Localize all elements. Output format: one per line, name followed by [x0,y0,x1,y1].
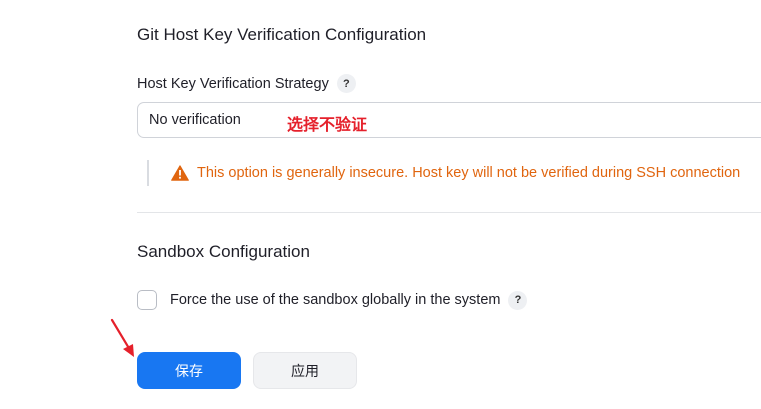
insecure-warning: This option is generally insecure. Host … [147,160,740,186]
section-divider [137,212,761,213]
sandbox-help-icon[interactable]: ? [508,290,528,310]
strategy-label: Host Key Verification Strategy [137,75,329,92]
sandbox-checkbox-row: Force the use of the sandbox globally in… [137,290,528,310]
sandbox-checkbox-label[interactable]: Force the use of the sandbox globally in… [170,292,500,308]
strategy-label-row: Host Key Verification Strategy ? [137,74,356,93]
apply-button[interactable]: 应用 [253,352,357,389]
save-button[interactable]: 保存 [137,352,241,389]
strategy-select[interactable]: No verification [137,102,761,138]
sandbox-checkbox[interactable] [137,290,157,310]
warning-text: This option is generally insecure. Host … [197,165,741,181]
page: Git Host Key Verification Configuration … [0,0,761,409]
warning-triangle-icon [171,165,189,181]
strategy-select-value: No verification [149,112,241,128]
annotation-text: 选择不验证 [287,117,368,134]
strategy-help-icon[interactable]: ? [336,74,356,93]
sandbox-section-title: Sandbox Configuration [137,242,310,261]
git-host-key-section-title: Git Host Key Verification Configuration [137,25,427,44]
red-arrow-icon [110,318,134,357]
